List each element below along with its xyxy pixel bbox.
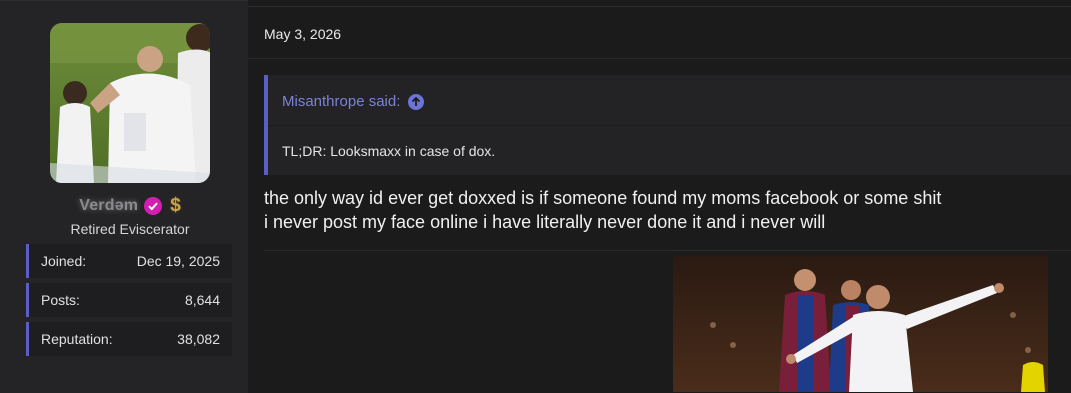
message-line: the only way id ever get doxxed is if so… [264,188,942,208]
verified-check-icon [144,197,163,215]
username[interactable]: Verdəm [79,197,138,215]
user-sidebar: Verdəm $ Retired Eviscerator Joined: Dec… [0,0,248,393]
post-divider [248,6,1071,7]
post-image[interactable] [673,255,1048,392]
stat-joined: Joined: Dec 19, 2025 [26,244,232,278]
quote-divider [268,125,1071,126]
quote-author[interactable]: Misanthrope said: [282,93,400,110]
stat-value: Dec 19, 2025 [136,253,220,269]
arrow-up-icon[interactable] [408,93,425,110]
stat-label: Posts: [41,292,80,308]
stat-value: 38,082 [177,331,220,347]
quote-block: Misanthrope said: TL;DR: Looksmaxx in ca… [264,75,1071,175]
post-date[interactable]: May 3, 2026 [264,26,341,42]
avatar[interactable] [50,23,210,183]
user-title: Retired Eviscerator [70,221,190,237]
date-divider [248,58,1071,59]
post-arrow [248,28,262,52]
dollar-sign-icon: $ [170,195,181,216]
stat-label: Joined: [41,253,87,269]
username-row: Verdəm $ [0,194,260,218]
message-line: i never post my face online i have liter… [264,212,826,232]
stat-reputation: Reputation: 38,082 [26,322,232,356]
message-divider [264,250,1071,251]
quote-text: TL;DR: Looksmaxx in case of dox. [282,143,496,159]
post-message: the only way id ever get doxxed is if so… [264,186,941,234]
stat-value[interactable]: 8,644 [185,292,220,308]
quote-header[interactable]: Misanthrope said: [282,93,425,110]
stat-posts: Posts: 8,644 [26,283,232,317]
stat-label: Reputation: [41,331,113,347]
